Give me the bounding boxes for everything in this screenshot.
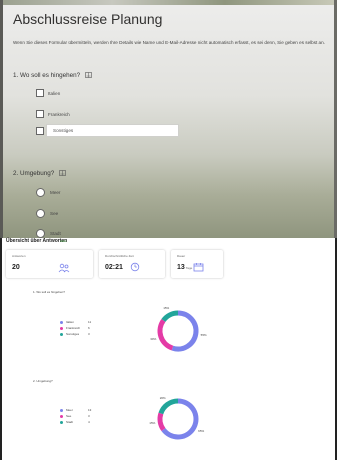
immersive-reader-icon[interactable] <box>85 72 92 79</box>
legend-count: 13 <box>88 408 92 412</box>
card-value: 02:21 <box>105 264 123 271</box>
header-image-strip <box>0 0 337 5</box>
card-unit: Tage <box>185 266 193 270</box>
chart-2-question: 2. Umgebung? <box>33 379 53 383</box>
legend-label: See <box>66 414 72 418</box>
other-option-input[interactable] <box>46 124 179 137</box>
chart-1-donut: 55% 30% 15% <box>150 306 207 352</box>
option-label: Frankreich <box>48 111 70 117</box>
donut-slice-stadt[interactable] <box>158 398 179 415</box>
question-2-title: 2. Umgebung? <box>13 170 66 177</box>
legend-label: Stadt <box>66 420 74 424</box>
calendar-icon <box>193 263 204 272</box>
checkbox-italien[interactable] <box>36 89 44 97</box>
responses-overview: Übersicht über Antworten Aktiv Antworten… <box>0 238 337 460</box>
page: Abschlussreise Planung Wenn Sie dieses F… <box>0 0 337 460</box>
responses-title: Übersicht über Antworten <box>6 238 68 244</box>
card-value: 20 <box>12 264 20 271</box>
donut-slice-label: 30% <box>150 337 156 341</box>
donut-slice-label: 15% <box>149 421 155 425</box>
donut-slice-frankreich[interactable] <box>157 318 174 351</box>
option-label: Italien <box>48 90 61 96</box>
question-1-label: 1. Wo soll es hingehen? <box>13 72 81 79</box>
question-2-label: 2. Umgebung? <box>13 170 55 177</box>
legend-count: 11 <box>88 320 92 324</box>
people-icon <box>58 263 70 273</box>
left-edge <box>0 0 3 238</box>
legend-swatch <box>60 408 63 412</box>
legend-count: 4 <box>88 420 90 424</box>
legend-swatch <box>60 320 63 324</box>
radio-see[interactable] <box>36 208 45 218</box>
left-border <box>0 238 2 460</box>
option-frankreich[interactable]: Frankreich <box>36 109 70 119</box>
responses-count-card: Antworten 20 <box>6 250 93 278</box>
donut-slice-see[interactable] <box>157 412 166 432</box>
average-time-card: Durchschnittliche Zeit 02:21 <box>99 250 165 278</box>
status-badge: Aktiv <box>60 239 67 243</box>
donut-slice-label: 15% <box>163 306 169 310</box>
checkbox-sonstiges[interactable] <box>36 127 44 135</box>
donut-slice-italien[interactable] <box>171 310 199 352</box>
donut-slice-label: 20% <box>160 396 166 400</box>
option-italien[interactable]: Italien <box>36 88 60 98</box>
option-see[interactable]: See <box>36 208 58 218</box>
legend-count: 3 <box>88 414 90 418</box>
form-description: Wenn Sie dieses Formular übermitteln, we… <box>13 40 325 45</box>
option-stadt[interactable]: Stadt <box>36 228 61 238</box>
donut-slice-label: 55% <box>201 333 207 337</box>
legend-label: Meer <box>66 408 73 412</box>
clock-icon <box>130 262 140 272</box>
form-preview: Abschlussreise Planung Wenn Sie dieses F… <box>0 0 337 238</box>
duration-card: Dauer 13Tage <box>171 250 223 278</box>
immersive-reader-icon[interactable] <box>59 170 66 177</box>
radio-stadt[interactable] <box>36 228 45 238</box>
legend-row: Stadt 4 <box>60 419 94 425</box>
legend-count: 6 <box>88 326 90 330</box>
card-label: Durchschnittliche Zeit <box>105 254 134 258</box>
option-label: Meer <box>50 189 61 195</box>
donut-slice-label: 65% <box>198 429 204 433</box>
legend-count: 3 <box>88 332 90 336</box>
legend-label: Sonstiges <box>66 332 80 336</box>
chart-1-question: 1. Wo soll es hingehen? <box>33 290 65 294</box>
radio-meer[interactable] <box>36 187 45 197</box>
legend-swatch <box>60 420 63 424</box>
chart-2-donut: 65% 15% 20% <box>149 396 204 440</box>
option-meer[interactable]: Meer <box>36 187 60 197</box>
legend-label: Italien <box>66 320 75 324</box>
legend-swatch <box>60 332 63 336</box>
checkbox-frankreich[interactable] <box>36 110 44 118</box>
card-label: Dauer <box>177 254 186 258</box>
question-1-title: 1. Wo soll es hingehen? <box>13 72 92 79</box>
form-title: Abschlussreise Planung <box>13 11 163 27</box>
option-label: See <box>50 210 59 216</box>
card-value-number: 13 <box>177 264 185 271</box>
chart-1-legend: Italien 11 Frankreich 6 Sonstiges 3 <box>60 319 94 337</box>
chart-2-legend: Meer 13 See 3 Stadt 4 <box>60 407 94 425</box>
legend-label: Frankreich <box>66 326 81 330</box>
card-label: Antworten <box>12 254 26 258</box>
card-value: 13Tage <box>177 264 192 271</box>
legend-swatch <box>60 414 63 418</box>
legend-row: Sonstiges 3 <box>60 331 94 337</box>
donut-slice-sonstiges[interactable] <box>161 310 179 323</box>
legend-swatch <box>60 326 63 330</box>
option-label: Stadt <box>50 230 61 236</box>
